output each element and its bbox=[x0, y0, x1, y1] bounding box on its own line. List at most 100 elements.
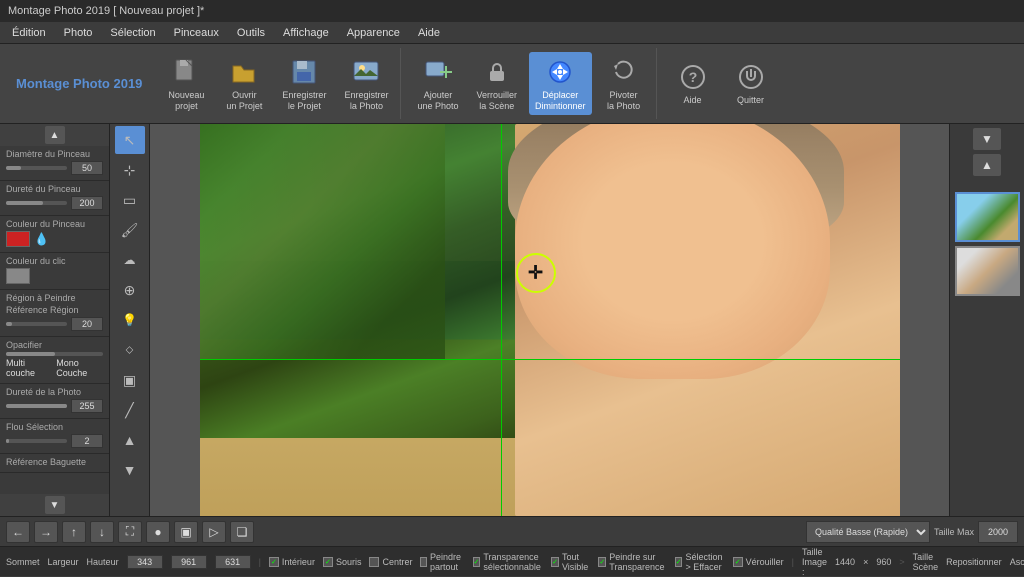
canvas-area[interactable]: ✛ bbox=[150, 124, 949, 516]
toolbar-group-files: Nouveauprojet Ouvrirun Projet Enregistre… bbox=[154, 48, 401, 119]
menu-edition[interactable]: Édition bbox=[4, 25, 54, 41]
menu-aide[interactable]: Aide bbox=[410, 25, 448, 41]
triangle-dn-tool[interactable]: ▼ bbox=[115, 456, 145, 484]
region-label: Région à Peindre bbox=[6, 293, 103, 303]
ref-region-input[interactable] bbox=[71, 317, 103, 331]
centrer-checkbox[interactable]: Centrer bbox=[369, 557, 412, 567]
add-photo-button[interactable]: Ajouterune Photo bbox=[411, 52, 464, 116]
peindre-trans-label: Peindre sur Transparence bbox=[609, 552, 666, 572]
peindre-trans-icon bbox=[598, 557, 606, 567]
thumbnail-1[interactable] bbox=[955, 192, 1020, 242]
bulb2-tool[interactable]: ⬦ bbox=[115, 336, 145, 364]
right-panel-down-arrow[interactable]: ▼ bbox=[973, 128, 1001, 150]
blur-slider[interactable] bbox=[6, 439, 67, 443]
brush-diameter-slider[interactable] bbox=[6, 166, 67, 170]
transparence-sel-checkbox[interactable]: Transparence sélectionnable bbox=[473, 552, 544, 572]
trans-sel-check-icon bbox=[473, 557, 481, 567]
right-panel-up-arrow[interactable]: ▲ bbox=[973, 154, 1001, 176]
save-project-icon bbox=[288, 56, 320, 88]
brush-hardness-input[interactable] bbox=[71, 196, 103, 210]
menu-affichage[interactable]: Affichage bbox=[275, 25, 337, 41]
rotate-button[interactable]: Pivoterla Photo bbox=[598, 52, 650, 116]
rect-tool[interactable]: ▭ bbox=[115, 186, 145, 214]
souris-label: Souris bbox=[336, 557, 362, 567]
up-button[interactable]: ↑ bbox=[62, 521, 86, 543]
menu-outils[interactable]: Outils bbox=[229, 25, 273, 41]
lock-scene-button[interactable]: Verrouillerla Scène bbox=[471, 52, 524, 116]
menu-selection[interactable]: Sélection bbox=[102, 25, 163, 41]
scroll-down-left[interactable]: ▼ bbox=[45, 496, 65, 514]
photo-hardness-input[interactable] bbox=[71, 399, 103, 413]
scroll-up-left[interactable]: ▲ bbox=[45, 126, 65, 144]
eyedropper-icon[interactable]: 💧 bbox=[34, 232, 49, 246]
brush-color-swatch[interactable] bbox=[6, 231, 30, 247]
triangle-up-tool[interactable]: ▲ bbox=[115, 426, 145, 454]
quit-icon bbox=[735, 61, 767, 93]
cloud-tool[interactable]: ☁ bbox=[115, 246, 145, 274]
fit-button[interactable]: ⛶ bbox=[118, 521, 142, 543]
opacity-slider[interactable] bbox=[6, 352, 103, 356]
photo-hardness-label: Dureté de la Photo bbox=[6, 387, 103, 397]
plus-tool[interactable]: ⊕ bbox=[115, 276, 145, 304]
new-project-icon bbox=[170, 56, 202, 88]
taille-image-value: 1440 bbox=[835, 557, 855, 567]
thumbnail-2[interactable] bbox=[955, 246, 1020, 296]
interieur-checkbox[interactable]: Intérieur bbox=[269, 557, 315, 567]
lock-scene-label: Verrouillerla Scène bbox=[477, 90, 518, 112]
hauteur-label: Hauteur bbox=[87, 557, 119, 567]
peindre-partout-checkbox[interactable]: Peindre partout bbox=[420, 552, 464, 572]
arrow-tool[interactable]: ↖ bbox=[115, 126, 145, 154]
brush-diameter-input[interactable] bbox=[71, 161, 103, 175]
play-button[interactable]: ▷ bbox=[202, 521, 226, 543]
new-project-button[interactable]: Nouveauprojet bbox=[160, 52, 212, 116]
redo-button[interactable]: → bbox=[34, 521, 58, 543]
blur-input[interactable] bbox=[71, 434, 103, 448]
brush-tool[interactable]: 🖌 bbox=[115, 216, 145, 244]
tout-visible-checkbox[interactable]: Tout Visible bbox=[551, 552, 590, 572]
taille-max-input[interactable] bbox=[978, 521, 1018, 543]
copy-button[interactable]: ❏ bbox=[230, 521, 254, 543]
help-button[interactable]: ? Aide bbox=[667, 57, 719, 110]
open-project-button[interactable]: Ouvrirun Projet bbox=[218, 52, 270, 116]
taille-image-h: 960 bbox=[876, 557, 891, 567]
pos-x-input[interactable] bbox=[127, 555, 163, 569]
down-button[interactable]: ↓ bbox=[90, 521, 114, 543]
souris-checkbox[interactable]: Souris bbox=[323, 557, 362, 567]
move-tool[interactable]: ⊹ bbox=[115, 156, 145, 184]
brush-hardness-label: Dureté du Pinceau bbox=[6, 184, 103, 194]
menu-photo[interactable]: Photo bbox=[56, 25, 101, 41]
blur-selection-section: Flou Sélection bbox=[0, 419, 109, 454]
selection-effacer-checkbox[interactable]: Sélection > Effacer bbox=[675, 552, 725, 572]
save-photo-button[interactable]: Enregistrerla Photo bbox=[338, 52, 394, 116]
size-w-input[interactable] bbox=[215, 555, 251, 569]
circle-button[interactable]: ● bbox=[146, 521, 170, 543]
interieur-check-icon bbox=[269, 557, 279, 567]
line-tool[interactable]: ╱ bbox=[115, 396, 145, 424]
ref-region-slider[interactable] bbox=[6, 322, 67, 326]
pos-y-input[interactable] bbox=[171, 555, 207, 569]
rotate-label: Pivoterla Photo bbox=[607, 90, 640, 112]
interieur-label: Intérieur bbox=[282, 557, 315, 567]
undo-button[interactable]: ← bbox=[6, 521, 30, 543]
photo-hardness-slider[interactable] bbox=[6, 404, 67, 408]
bulb-tool[interactable]: 💡 bbox=[115, 306, 145, 334]
right-panel: ▼ ▲ bbox=[949, 124, 1024, 516]
menu-apparence[interactable]: Apparence bbox=[339, 25, 408, 41]
brush-color-label: Couleur du Pinceau bbox=[6, 219, 103, 229]
open-project-label: Ouvrirun Projet bbox=[226, 90, 262, 112]
rect-button[interactable]: ▣ bbox=[174, 521, 198, 543]
repositionner-label: Repositionner bbox=[946, 557, 1002, 567]
quality-select[interactable]: Qualité Basse (Rapide) Qualité Haute bbox=[806, 521, 930, 543]
tout-visible-label: Tout Visible bbox=[562, 552, 590, 572]
peindre-trans-checkbox[interactable]: Peindre sur Transparence bbox=[598, 552, 666, 572]
click-color-swatch[interactable] bbox=[6, 268, 30, 284]
rect-sel-tool[interactable]: ▣ bbox=[115, 366, 145, 394]
peindre-partout-label: Peindre partout bbox=[430, 552, 465, 572]
menu-pinceaux[interactable]: Pinceaux bbox=[166, 25, 227, 41]
save-project-button[interactable]: Enregistrerle Projet bbox=[276, 52, 332, 116]
brush-hardness-slider[interactable] bbox=[6, 201, 67, 205]
rotate-icon bbox=[608, 56, 640, 88]
verrouiller-checkbox[interactable]: Vérouiller bbox=[733, 557, 784, 567]
move-button[interactable]: DéplacerDimintionner bbox=[529, 52, 592, 116]
quit-button[interactable]: Quitter bbox=[725, 57, 777, 110]
